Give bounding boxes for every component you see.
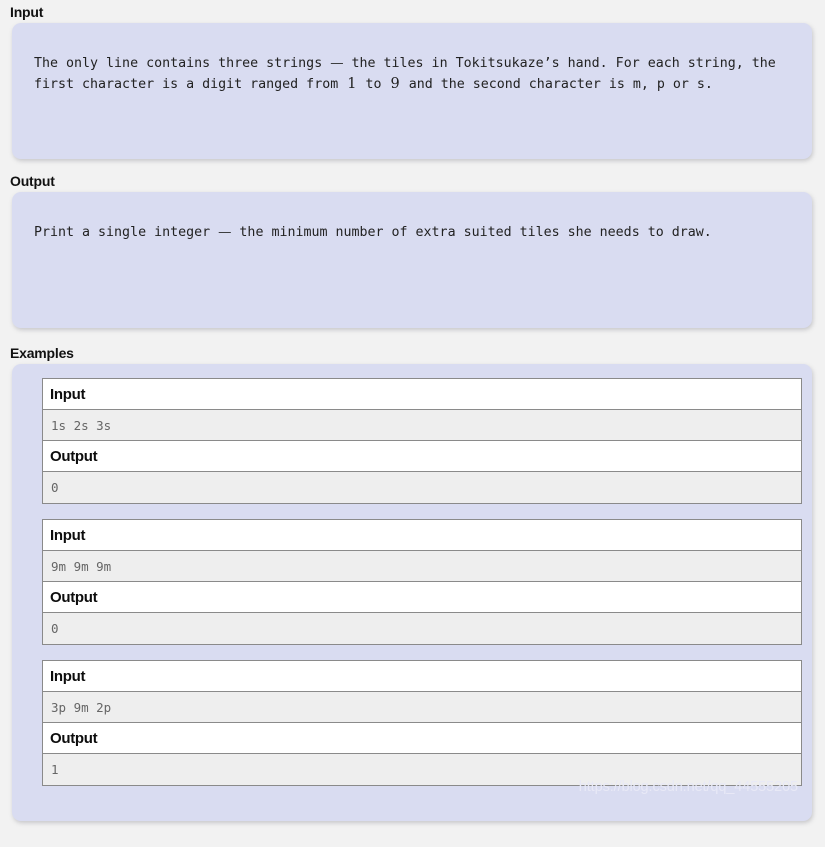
input-section-panel: The only line contains three strings — t… — [12, 23, 812, 159]
test-case-input-label: Input — [43, 379, 801, 410]
digit-range-upper-bound: 9 — [390, 76, 400, 92]
test-case-output-value[interactable]: 0 — [43, 472, 801, 503]
watermark-text: https://blog.csdn.net/qq_44555205 — [578, 779, 798, 795]
test-case-input-value[interactable]: 9m 9m 9m — [43, 551, 801, 582]
test-case: Input 1s 2s 3s Output 0 — [42, 378, 802, 504]
test-case-output-label: Output — [43, 441, 801, 472]
test-case-input-label: Input — [43, 520, 801, 551]
test-case-output-label: Output — [43, 582, 801, 613]
input-body-prefix: The only line contains three strings — [34, 56, 331, 71]
input-body-between: to — [357, 77, 390, 92]
output-section-panel: Print a single integer — the minimum num… — [12, 192, 812, 328]
examples-section-title: Examples — [10, 345, 74, 361]
input-section-title: Input — [10, 4, 44, 20]
em-dash-icon: — — [330, 56, 344, 71]
test-case-input-value[interactable]: 1s 2s 3s — [43, 410, 801, 441]
test-case-input-label: Input — [43, 661, 801, 692]
em-dash-icon: — — [218, 225, 232, 240]
test-case: Input 3p 9m 2p Output 1 — [42, 660, 802, 786]
test-case-input-value[interactable]: 3p 9m 2p — [43, 692, 801, 723]
examples-section-panel: Input 1s 2s 3s Output 0 Input 9m 9m 9m O… — [12, 364, 812, 821]
test-case-output-label: Output — [43, 723, 801, 754]
output-section-title: Output — [10, 173, 55, 189]
test-case-output-value[interactable]: 0 — [43, 613, 801, 644]
test-case: Input 9m 9m 9m Output 0 — [42, 519, 802, 645]
digit-range-lower-bound: 1 — [347, 76, 357, 92]
output-section-body: Print a single integer — the minimum num… — [34, 222, 790, 243]
output-body-prefix: Print a single integer — [34, 225, 219, 240]
input-section-body: The only line contains three strings — t… — [34, 53, 790, 95]
output-body-suffix: the minimum number of extra suited tiles… — [231, 225, 712, 240]
input-body-suffix: and the second character is m, p or s. — [400, 77, 713, 92]
problem-statement-page: Input The only line contains three strin… — [0, 0, 825, 847]
